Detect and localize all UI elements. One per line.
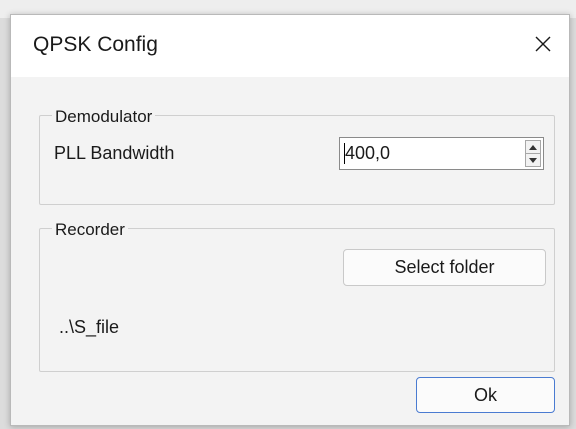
ok-button[interactable]: Ok [416,377,555,413]
spin-up-button[interactable] [526,141,540,154]
pll-bandwidth-spinbox[interactable]: 400,0 [339,137,544,170]
title-bar: QPSK Config [11,15,569,77]
recorder-path-text: ..\S_file [59,317,120,337]
spin-down-button[interactable] [526,154,540,166]
demodulator-group-label: Demodulator [52,107,156,127]
spin-buttons [525,140,541,167]
close-button[interactable] [521,23,565,65]
text-caret [344,143,345,164]
pll-bandwidth-label: PLL Bandwidth [54,143,175,163]
spin-up-icon [529,144,537,150]
spin-down-icon [529,157,537,163]
qpsk-config-dialog: QPSK Config Demodulator PLL Bandwidth 40… [10,14,570,426]
close-icon [535,36,551,52]
dialog-title: QPSK Config [33,33,158,56]
select-folder-button[interactable]: Select folder [343,249,546,286]
recorder-group-label: Recorder [52,220,128,240]
pll-bandwidth-value[interactable]: 400,0 [345,143,390,164]
